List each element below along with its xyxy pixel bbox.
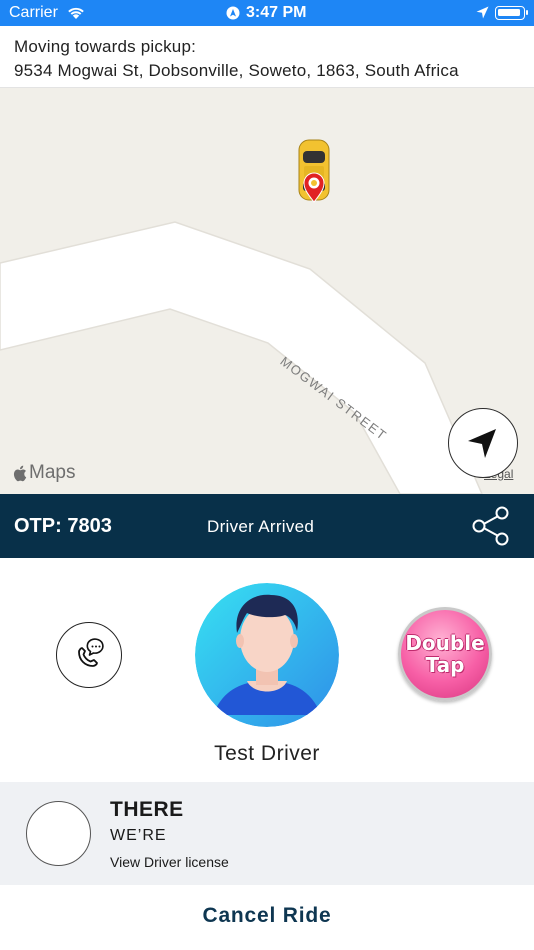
vehicle-model: THERE (110, 798, 184, 821)
status-time-group: 3:47 PM (226, 4, 306, 22)
pickup-label: Moving towards pickup: (14, 37, 197, 56)
map-view[interactable]: MOGWAI STREET Maps Legal (0, 88, 534, 494)
apple-logo-icon (13, 465, 27, 481)
vehicle-photo (26, 801, 91, 866)
taxi-car-icon[interactable] (297, 138, 331, 204)
otp-label: OTP: 7803 (14, 515, 112, 537)
cancel-ride-button[interactable]: Cancel Ride (0, 904, 534, 928)
vehicle-info-card: THERE WE’RE View Driver license (0, 782, 534, 885)
wifi-icon (68, 7, 84, 19)
status-bar: Carrier 3:47 PM (0, 0, 534, 26)
double-tap-button[interactable]: Double Tap (398, 607, 492, 701)
driver-avatar (195, 583, 339, 727)
pickup-header: Moving towards pickup: 9534 Mogwai St, D… (0, 26, 534, 88)
call-driver-button[interactable] (56, 622, 122, 688)
ride-state-label: Driver Arrived (207, 517, 315, 536)
battery-level (498, 9, 520, 16)
phone-chat-icon (78, 638, 104, 667)
pickup-address: 9534 Mogwai St, Dobsonville, Soweto, 186… (14, 61, 459, 80)
ride-tracking-screen: Carrier 3:47 PM Moving towards pickup: 9… (0, 0, 534, 950)
maps-attribution: Maps (13, 462, 75, 484)
battery-icon (495, 6, 528, 20)
maps-provider-label: Maps (29, 462, 76, 483)
carrier-label: Carrier (9, 4, 58, 21)
view-license-link[interactable]: View Driver license (110, 854, 229, 870)
double-tap-line2: Tap (425, 653, 465, 677)
share-icon[interactable] (470, 504, 512, 548)
recenter-button[interactable] (448, 408, 518, 478)
driver-name: Test Driver (214, 742, 320, 765)
status-time: 3:47 PM (246, 4, 307, 21)
ride-status-bar: OTP: 7803 Driver Arrived (0, 494, 534, 558)
location-arrow-icon (476, 6, 489, 19)
location-services-icon (226, 6, 240, 20)
vehicle-plate: WE’RE (110, 827, 167, 844)
navigation-arrow-icon (468, 429, 496, 458)
double-tap-line1: Double (405, 631, 485, 655)
